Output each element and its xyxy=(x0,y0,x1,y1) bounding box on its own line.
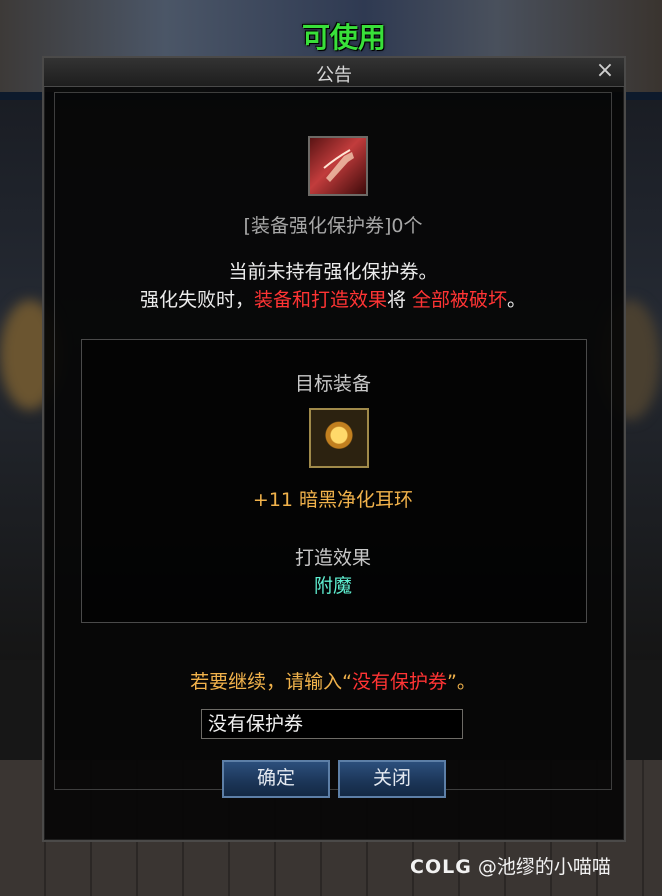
prompt-text-2: 没有保护券 xyxy=(351,671,447,693)
continue-prompt: 若要继续，请输入“没有保护券”。 xyxy=(55,667,611,694)
watermark: COLG @池缪的小喵喵 xyxy=(410,852,611,879)
target-equipment-name: +11 暗黑净化耳环 xyxy=(252,489,414,511)
warning-text-1: 强化失败时， xyxy=(139,289,254,311)
warning-text-5: 。 xyxy=(507,289,527,311)
warning-text-2: 装备和打造效果 xyxy=(253,289,387,311)
notice-line-no-ticket: 当前未持有强化保护券。 xyxy=(228,261,438,283)
warning-text-4: 全部被破坏 xyxy=(412,289,508,311)
notice-dialog: 公告 × [装备强化保护券]0个 当前未持有强化保护券。 强化失败时，装备和打造… xyxy=(42,56,626,842)
target-equipment-label: 目标装备 xyxy=(294,373,371,395)
close-button[interactable]: 关闭 xyxy=(338,760,446,798)
warning-text-3: 将 xyxy=(386,289,413,311)
colg-logo: COLG xyxy=(410,856,472,878)
earring-item-icon xyxy=(309,408,369,468)
dialog-title: 公告 xyxy=(316,65,352,86)
prompt-text-3: ”。 xyxy=(447,671,476,693)
confirmation-text-input[interactable]: 没有保护券 xyxy=(201,709,463,739)
forge-effect-label: 打造效果 xyxy=(294,547,371,569)
close-icon[interactable]: × xyxy=(594,59,616,83)
usable-status-tag: 可使用 xyxy=(302,21,387,54)
dialog-titlebar[interactable]: 公告 × xyxy=(44,58,624,87)
prompt-text-1: 若要继续，请输入“ xyxy=(190,671,352,693)
dialog-content-panel: [装备强化保护券]0个 当前未持有强化保护券。 强化失败时，装备和打造效果将 全… xyxy=(54,92,612,790)
confirm-button[interactable]: 确定 xyxy=(222,760,330,798)
hammer-icon xyxy=(323,149,354,182)
notice-line-warning: 强化失败时，装备和打造效果将 全部被破坏。 xyxy=(55,285,611,312)
forge-effect-value: 附魔 xyxy=(313,575,352,597)
watermark-author: @池缪的小喵喵 xyxy=(477,856,611,878)
protection-ticket-count: [装备强化保护券]0个 xyxy=(243,215,423,237)
protection-ticket-icon xyxy=(308,136,368,196)
